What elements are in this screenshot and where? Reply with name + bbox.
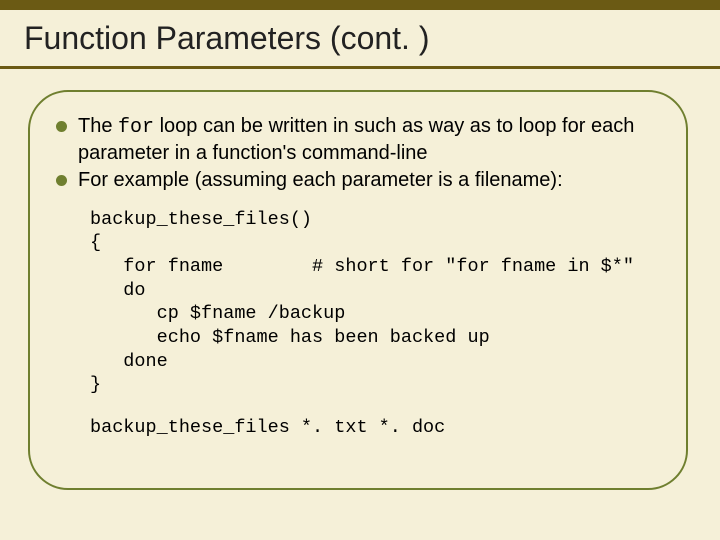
slide-title: Function Parameters (cont. ) <box>24 20 429 57</box>
code-block: backup_these_files() { for fname # short… <box>90 208 660 397</box>
bullet-text-post: loop can be written in such as way as to… <box>78 115 634 164</box>
content-frame: The for loop can be written in such as w… <box>28 90 688 490</box>
title-underline <box>0 66 720 69</box>
code-invocation: backup_these_files *. txt *. doc <box>90 417 660 438</box>
bullet-text-pre: The <box>78 115 118 137</box>
bullet-item: For example (assuming each parameter is … <box>56 168 660 194</box>
header-band <box>0 0 720 10</box>
bullet-text-pre: For example (assuming each parameter is … <box>78 169 563 191</box>
inline-code: for <box>118 116 154 139</box>
bullet-item: The for loop can be written in such as w… <box>56 114 660 166</box>
bullet-list: The for loop can be written in such as w… <box>56 114 660 194</box>
